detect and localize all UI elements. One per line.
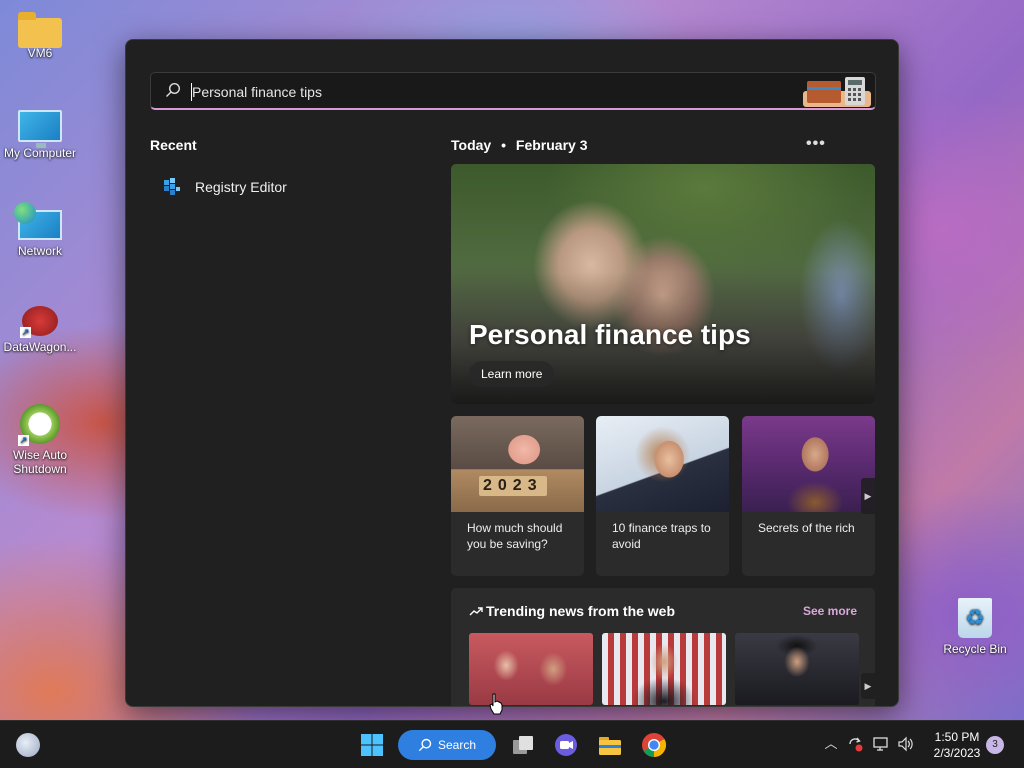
recent-item-label: Registry Editor [195, 179, 287, 195]
hero-title: Personal finance tips [469, 319, 751, 350]
desktop-icon-network[interactable]: Network [0, 202, 80, 258]
card-caption: How much should you be saving? [467, 521, 563, 551]
clock-time: 1:50 PM [934, 730, 980, 744]
recycle-bin-icon: ♻ [958, 598, 992, 638]
news-card-secrets-rich[interactable]: Secrets of the rich [742, 416, 875, 576]
learn-more-button[interactable]: Learn more [469, 361, 555, 387]
today-date: February 3 [515, 137, 588, 153]
recent-heading: Recent [150, 137, 197, 153]
search-panel: Recent Registry Editor Today • February … [125, 39, 899, 707]
shortcut-arrow-icon: ↗ [18, 435, 29, 446]
card-thumbnail: 2023 [451, 416, 584, 512]
desktop-icon-label: Wise Auto Shutdown [12, 448, 68, 476]
search-icon [418, 738, 432, 752]
card-thumbnail [742, 416, 875, 512]
thumbnail-year-text: 2023 [479, 476, 547, 496]
trending-title-text: Trending news from the web [486, 603, 676, 619]
trending-section: Trending news from the web See more ▶ [451, 588, 875, 706]
desktop-icon-vm6[interactable]: VM6 [0, 12, 80, 60]
datawagon-icon: ↗ [20, 306, 58, 338]
cards-next-button[interactable]: ▶ [861, 478, 875, 514]
trending-next-button[interactable]: ▶ [861, 673, 875, 699]
desktop-icon-label: DataWagon... [3, 340, 77, 354]
show-hidden-icons-chevron-icon[interactable]: ︿ [822, 735, 840, 753]
task-view-icon[interactable] [509, 731, 537, 759]
registry-editor-icon [164, 178, 180, 195]
desktop-icon-recycle-bin[interactable]: ♻ Recycle Bin [935, 598, 1015, 656]
search-icon [166, 82, 181, 97]
hand-cursor-icon [489, 693, 503, 715]
desktop-icon-datawagon[interactable]: ↗ DataWagon... [0, 300, 80, 354]
trending-thumbnail[interactable] [735, 633, 859, 705]
computer-icon [18, 110, 62, 148]
trending-thumbnail[interactable] [602, 633, 726, 705]
wise-auto-shutdown-icon: ↗ [18, 404, 60, 446]
weather-icon[interactable] [16, 733, 40, 757]
taskbar: Search ︿ 1:50 PM 2/3/2023 3 [0, 720, 1024, 768]
clock-date: 2/3/2023 [933, 746, 981, 760]
taskbar-search-button[interactable]: Search [398, 730, 496, 760]
search-button-label: Search [437, 738, 477, 752]
card-caption: 10 finance traps to avoid [612, 521, 711, 551]
desktop-icon-my-computer[interactable]: My Computer [0, 110, 80, 160]
recent-item-registry-editor[interactable]: Registry Editor [161, 175, 401, 199]
desktop-icon-label: Recycle Bin [943, 642, 1007, 656]
trending-thumbnail[interactable] [469, 633, 593, 705]
file-explorer-icon[interactable] [596, 731, 624, 759]
sync-alert-icon[interactable] [846, 735, 864, 753]
trending-arrow-icon [469, 607, 483, 616]
folder-icon [18, 12, 62, 48]
see-more-link[interactable]: See more [803, 604, 857, 618]
desktop-icon-label: Network [17, 244, 62, 258]
desktop-icon-label: My Computer [3, 146, 77, 160]
card-caption: Secrets of the rich [758, 521, 855, 535]
shortcut-arrow-icon: ↗ [20, 327, 31, 338]
clock[interactable]: 1:50 PM 2/3/2023 [924, 729, 990, 761]
meet-icon[interactable] [552, 731, 580, 759]
desktop-icon-wise-auto-shutdown[interactable]: ↗ Wise Auto Shutdown [0, 404, 80, 476]
chrome-icon[interactable] [640, 731, 668, 759]
finance-highlight-icon [803, 77, 871, 107]
network-status-icon[interactable] [872, 735, 890, 753]
more-options-button[interactable]: ••• [806, 135, 826, 153]
start-button[interactable] [358, 731, 386, 759]
card-thumbnail [596, 416, 729, 512]
news-card-saving[interactable]: 2023 How much should you be saving? [451, 416, 584, 576]
notification-badge[interactable]: 3 [986, 736, 1004, 754]
search-box[interactable] [150, 72, 876, 110]
network-icon [14, 202, 62, 240]
search-input[interactable] [192, 79, 792, 105]
trending-title: Trending news from the web [469, 603, 675, 619]
news-card-finance-traps[interactable]: 10 finance traps to avoid [596, 416, 729, 576]
separator-dot: • [501, 137, 506, 153]
volume-icon[interactable] [897, 735, 915, 753]
hero-card[interactable]: Personal finance tips Learn more [451, 164, 875, 404]
today-day: Today [451, 137, 492, 153]
today-date-header: Today • February 3 [451, 137, 587, 153]
desktop-icon-label: VM6 [27, 46, 53, 60]
